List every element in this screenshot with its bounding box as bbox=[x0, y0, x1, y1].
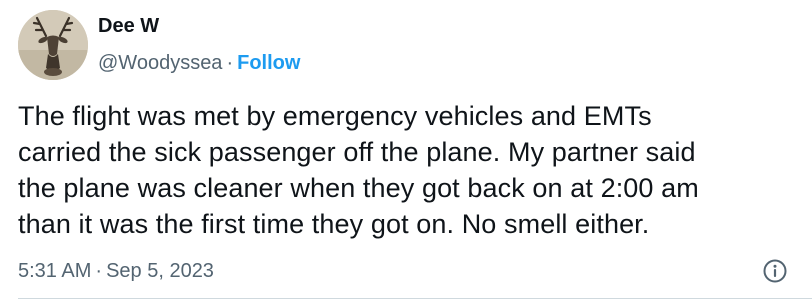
tweet-header: Dee W @Woodyssea · Follow bbox=[98, 14, 300, 75]
divider bbox=[18, 298, 812, 299]
timestamp-separator: · bbox=[95, 260, 103, 282]
handle-separator: · bbox=[226, 52, 234, 74]
tweet-date: Sep 5, 2023 bbox=[106, 260, 214, 282]
avatar[interactable] bbox=[18, 10, 88, 80]
tweet-text-line: The flight was met by emergency vehicles… bbox=[18, 101, 652, 131]
tweet-text: The flight was met by emergency vehicles… bbox=[18, 98, 798, 242]
tweet-text-line: the plane was cleaner when they got back… bbox=[18, 173, 699, 203]
tweet-text-line: carried the sick passenger off the plane… bbox=[18, 137, 696, 167]
tweet-time: 5:31 AM bbox=[18, 260, 92, 282]
info-icon[interactable] bbox=[762, 258, 788, 284]
display-name[interactable]: Dee W bbox=[98, 14, 300, 38]
user-handle[interactable]: @Woodyssea bbox=[98, 52, 222, 74]
tweet-timestamp[interactable]: 5:31 AM · Sep 5, 2023 bbox=[18, 259, 214, 283]
tweet-card: Dee W @Woodyssea · Follow The flight was m… bbox=[0, 0, 812, 302]
handle-row: @Woodyssea · Follow bbox=[98, 51, 300, 75]
tweet-text-line: than it was the first time they got on. … bbox=[18, 209, 650, 239]
follow-button[interactable]: Follow bbox=[237, 52, 300, 74]
deer-head-avatar-icon bbox=[18, 10, 88, 80]
